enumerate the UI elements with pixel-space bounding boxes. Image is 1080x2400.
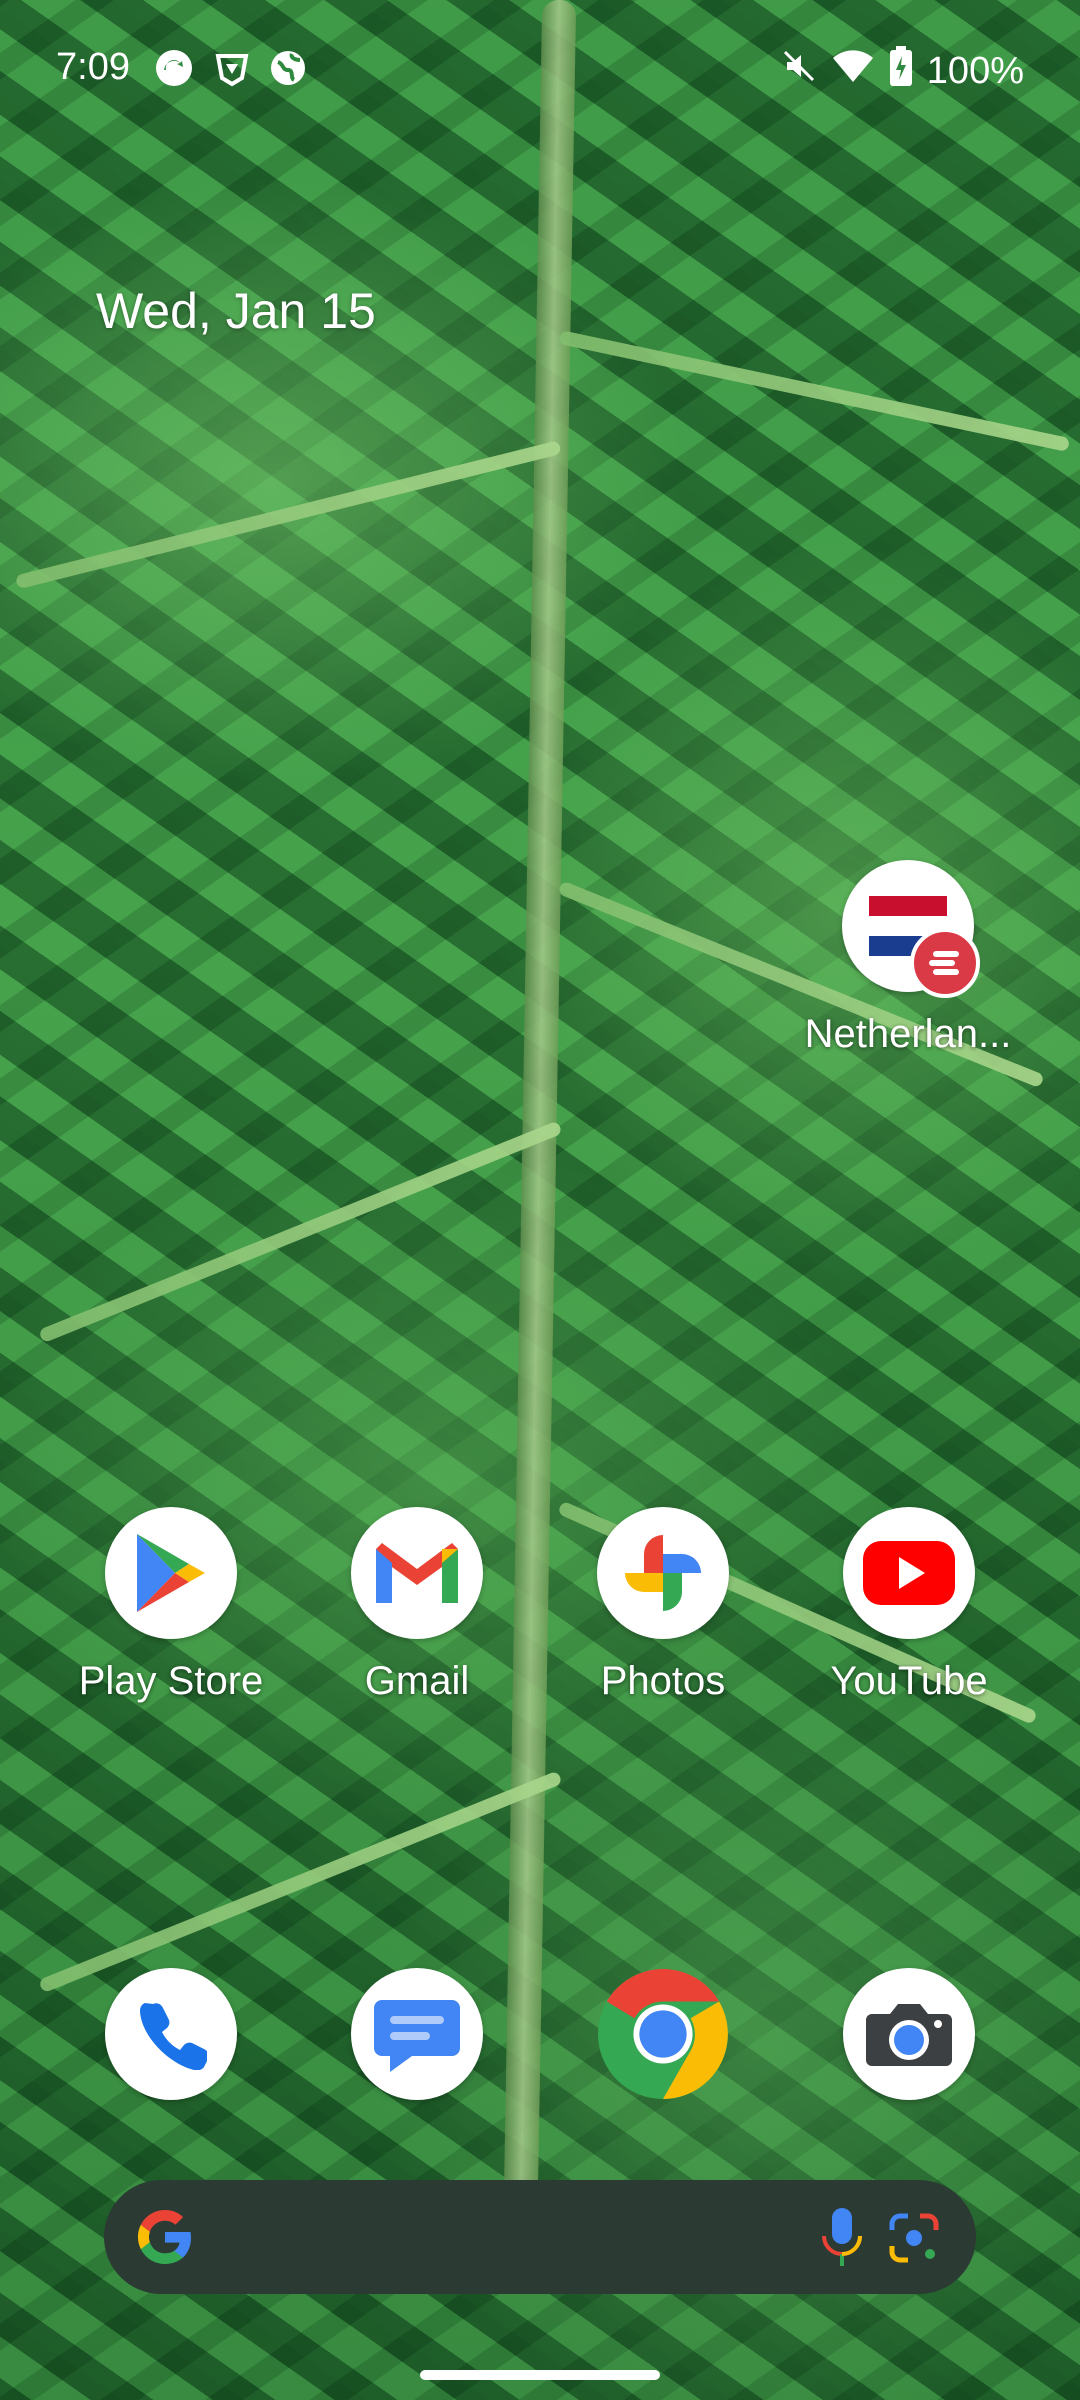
shortcut-label: Netherlan...: [804, 1012, 1012, 1056]
lens-icon[interactable]: [888, 2212, 940, 2269]
app-youtube[interactable]: YouTube: [786, 1507, 1032, 1704]
battery-percent: 100%: [926, 49, 1024, 92]
app-gmail[interactable]: Gmail: [294, 1507, 540, 1704]
netherlands-flag-icon: [842, 860, 980, 998]
google-search-bar[interactable]: [104, 2180, 976, 2294]
microphone-icon[interactable]: [820, 2206, 864, 2273]
camera-icon: [843, 1968, 975, 2100]
fern-rib: [38, 1770, 563, 1994]
vpn-shield-icon: [212, 48, 252, 88]
google-g-icon: [136, 2208, 194, 2271]
play-store-icon: [105, 1507, 237, 1639]
app-label: Gmail: [364, 1659, 470, 1703]
fern-rib: [14, 440, 562, 590]
date-widget[interactable]: Wed, Jan 15: [96, 282, 376, 340]
status-bar: 7:09 100%: [0, 36, 1080, 100]
globe-icon: [268, 48, 308, 88]
status-time: 7:09: [56, 46, 130, 88]
photos-icon: [597, 1507, 729, 1639]
gmail-icon: [351, 1507, 483, 1639]
dock-camera[interactable]: [786, 1968, 1032, 2100]
app-label: Photos: [600, 1659, 726, 1703]
chrome-icon: [597, 1968, 729, 2100]
netherlands-shortcut[interactable]: Netherlan...: [785, 860, 1031, 1057]
battery-charging-icon: [889, 46, 913, 96]
dock-chrome[interactable]: [540, 1968, 786, 2100]
fern-rib: [38, 1120, 563, 1344]
phone-icon: [105, 1968, 237, 2100]
gesture-nav-handle[interactable]: [420, 2370, 660, 2380]
status-right: 100%: [781, 46, 1024, 96]
sync-icon: [154, 48, 194, 88]
app-play-store[interactable]: Play Store: [48, 1507, 294, 1704]
youtube-icon: [843, 1507, 975, 1639]
app-label: Play Store: [78, 1659, 264, 1703]
wifi-icon: [831, 48, 875, 94]
dock-messages[interactable]: [294, 1968, 540, 2100]
fern-stem: [503, 0, 577, 2200]
expressvpn-badge-icon: [910, 928, 980, 998]
dock-phone[interactable]: [48, 1968, 294, 2100]
mute-icon: [781, 48, 817, 94]
app-label: YouTube: [830, 1659, 988, 1703]
messages-icon: [351, 1968, 483, 2100]
app-photos[interactable]: Photos: [540, 1507, 786, 1704]
fern-rib: [558, 330, 1071, 452]
